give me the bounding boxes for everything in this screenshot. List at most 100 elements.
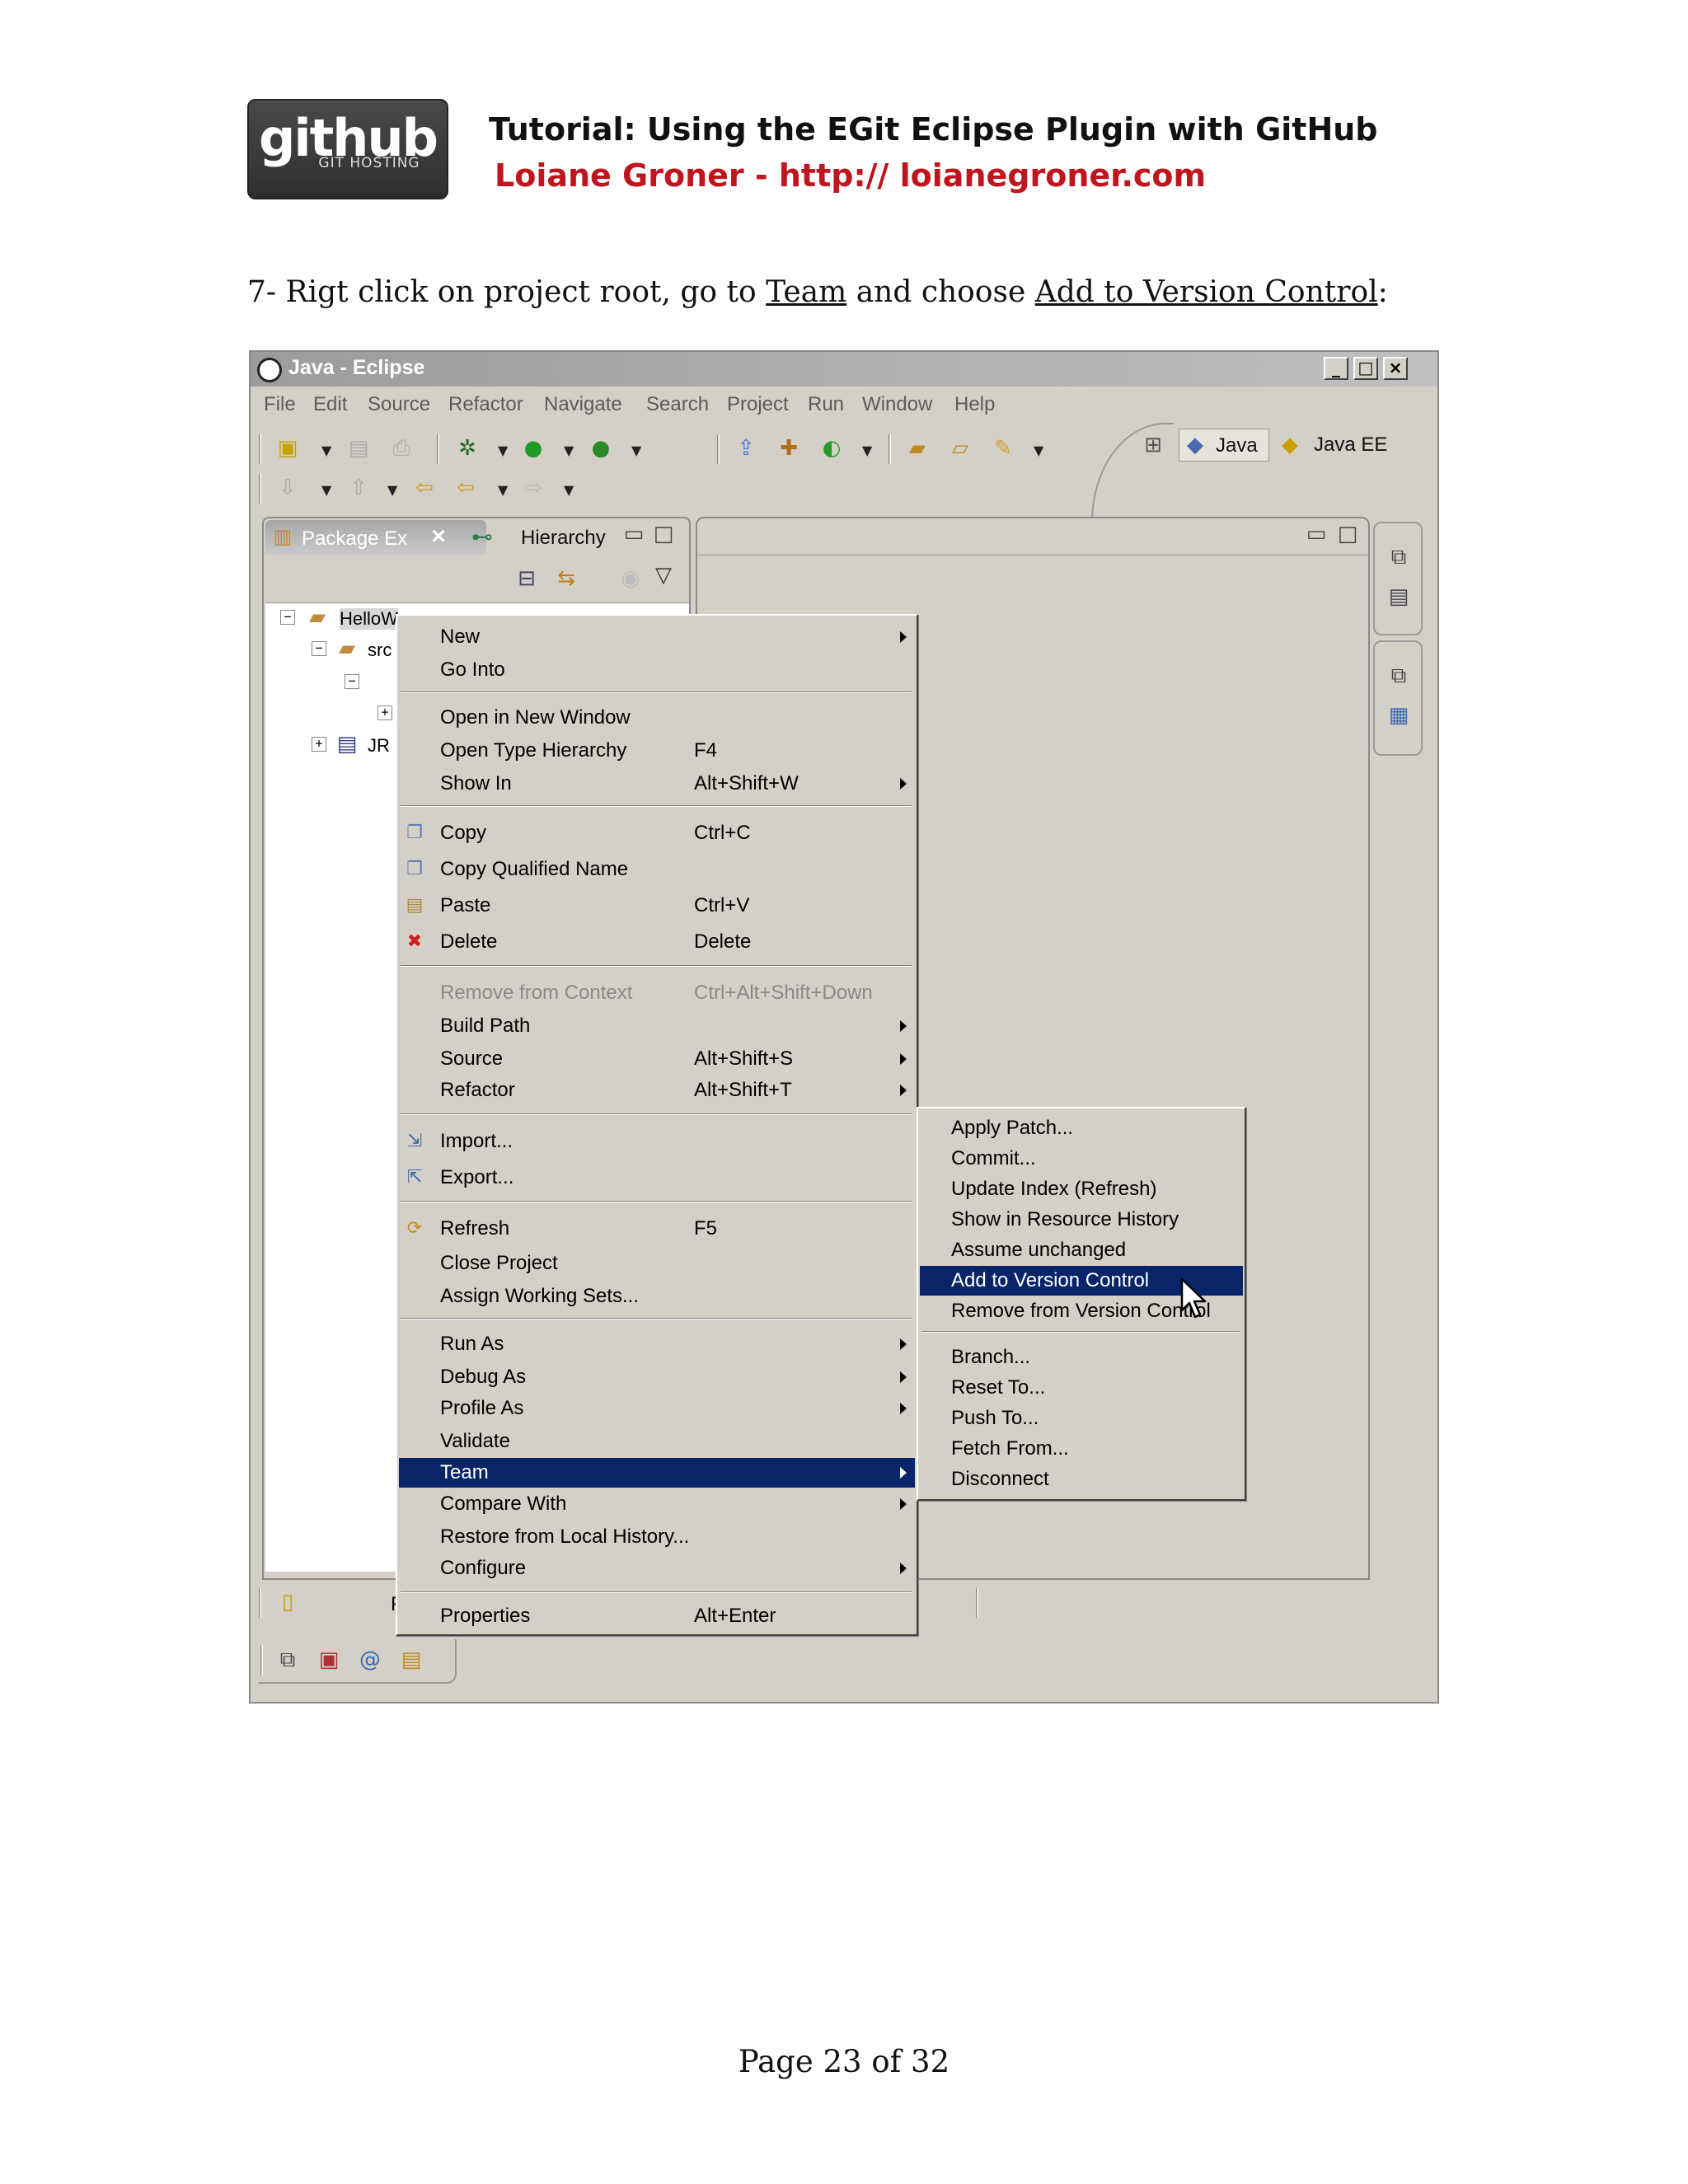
minimize-button[interactable]: _ xyxy=(1324,357,1348,380)
maximize-editor-icon[interactable]: □ xyxy=(1335,522,1360,546)
menu-item-show-in[interactable]: Show In Alt+Shift+W xyxy=(399,769,915,799)
chevron-down-icon[interactable]: ▼ xyxy=(387,482,397,498)
menu-item-team[interactable]: Team xyxy=(399,1458,915,1488)
restore-icon[interactable]: ⧉ xyxy=(275,1647,300,1672)
submenu-item-commit[interactable]: Commit... xyxy=(920,1144,1243,1174)
collapse-src-icon[interactable]: − xyxy=(312,641,326,656)
tree-item-project[interactable]: HelloW xyxy=(340,608,398,630)
menu-search[interactable]: Search xyxy=(646,393,709,416)
minimize-editor-icon[interactable]: ▭ xyxy=(1304,522,1329,546)
menu-item-assign-working-sets[interactable]: Assign Working Sets... xyxy=(399,1282,915,1311)
chevron-down-icon[interactable]: ▼ xyxy=(498,443,508,458)
open-perspective-icon[interactable]: ⊞ xyxy=(1141,433,1165,457)
menu-item-refactor[interactable]: Refactor Alt+Shift+T xyxy=(399,1076,915,1105)
submenu-item-assume-unchanged[interactable]: Assume unchanged xyxy=(920,1235,1243,1265)
submenu-item-disconnect[interactable]: Disconnect xyxy=(920,1465,1243,1494)
close-button[interactable]: × xyxy=(1383,357,1408,380)
next-annotation-icon[interactable]: ⇩ xyxy=(275,476,300,500)
menu-item-build-path[interactable]: Build Path xyxy=(399,1011,915,1041)
menu-navigate[interactable]: Navigate xyxy=(544,393,622,416)
collapse-all-icon[interactable]: ⊟ xyxy=(514,566,539,591)
open-type-icon[interactable]: ▰ xyxy=(905,436,930,461)
menu-item-profile-as[interactable]: Profile As xyxy=(399,1394,915,1423)
menu-item-compare-with[interactable]: Compare With xyxy=(399,1489,915,1519)
menu-edit[interactable]: Edit xyxy=(313,393,347,416)
new-wizard-icon[interactable]: ▣ xyxy=(275,436,300,461)
submenu-item-fetch-from[interactable]: Fetch From... xyxy=(920,1434,1243,1464)
tab-package-explorer[interactable]: ▥ Package Ex ✕ xyxy=(265,520,486,555)
menu-item-export[interactable]: ⇱ Export... xyxy=(399,1163,915,1193)
menu-item-configure[interactable]: Configure xyxy=(399,1554,915,1583)
menu-item-copy-qualified-name[interactable]: ❐ Copy Qualified Name xyxy=(399,855,915,884)
forward-icon[interactable]: ⇨ xyxy=(521,476,546,500)
menu-item-restore-local-history[interactable]: Restore from Local History... xyxy=(399,1522,915,1552)
chevron-down-icon[interactable]: ▼ xyxy=(321,482,331,498)
last-edit-icon[interactable]: ⇦ xyxy=(412,476,437,500)
chevron-down-icon[interactable]: ▼ xyxy=(631,443,641,458)
menu-item-validate[interactable]: Validate xyxy=(399,1427,915,1456)
maximize-view-icon[interactable]: □ xyxy=(651,522,676,546)
menu-item-run-as[interactable]: Run As xyxy=(399,1329,915,1359)
restore-icon[interactable]: ⧉ xyxy=(1386,663,1411,688)
expand-file-icon[interactable]: + xyxy=(377,705,392,720)
tab-hierarchy[interactable]: Hierarchy xyxy=(521,527,606,550)
title-bar[interactable]: Java - Eclipse _ □ × xyxy=(251,352,1437,387)
menu-project[interactable]: Project xyxy=(727,393,789,416)
menu-source[interactable]: Source xyxy=(368,393,430,416)
view-menu-icon[interactable]: ▽ xyxy=(651,563,676,588)
outline-icon[interactable]: ▤ xyxy=(1386,584,1411,609)
task-list-icon[interactable]: ▦ xyxy=(1386,703,1411,728)
menu-item-debug-as[interactable]: Debug As xyxy=(399,1362,915,1392)
javaee-perspective-icon[interactable]: ◆ xyxy=(1278,433,1302,457)
search-icon[interactable]: ✎ xyxy=(991,436,1015,461)
chevron-down-icon[interactable]: ▼ xyxy=(564,443,574,458)
menu-item-copy[interactable]: ❐ Copy Ctrl+C xyxy=(399,818,915,848)
tree-item-src[interactable]: src xyxy=(368,640,392,661)
javaee-perspective-label[interactable]: Java EE xyxy=(1314,429,1387,462)
chevron-down-icon[interactable]: ▼ xyxy=(1034,443,1043,458)
menu-item-open-type-hierarchy[interactable]: Open Type Hierarchy F4 xyxy=(399,736,915,766)
new-package-icon[interactable]: ✚ xyxy=(776,436,801,461)
menu-item-properties[interactable]: Properties Alt+Enter xyxy=(399,1601,915,1631)
new-java-project-icon[interactable]: ⇪ xyxy=(734,436,758,461)
menu-item-go-into[interactable]: Go Into xyxy=(399,655,915,685)
save-icon[interactable]: ▤ xyxy=(346,436,371,461)
submenu-item-push-to[interactable]: Push To... xyxy=(920,1404,1243,1433)
print-icon[interactable]: ⎙ xyxy=(389,436,414,461)
external-tools-icon[interactable]: ● xyxy=(588,436,613,461)
menu-item-close-project[interactable]: Close Project xyxy=(399,1249,915,1278)
menu-refactor[interactable]: Refactor xyxy=(448,393,523,416)
restore-icon[interactable]: ⧉ xyxy=(1386,545,1411,569)
filter-icon[interactable]: ◉ xyxy=(618,566,643,591)
menu-item-delete[interactable]: ✖ Delete Delete xyxy=(399,927,915,957)
minimize-view-icon[interactable]: ▭ xyxy=(621,522,646,546)
menu-item-refresh[interactable]: ⟳ Refresh F5 xyxy=(399,1214,915,1244)
prev-annotation-icon[interactable]: ⇧ xyxy=(346,476,371,500)
menu-window[interactable]: Window xyxy=(862,393,932,416)
javadoc-icon[interactable]: @ xyxy=(358,1647,382,1672)
submenu-item-show-resource-history[interactable]: Show in Resource History xyxy=(920,1205,1243,1235)
tree-item-jre[interactable]: JR xyxy=(368,735,390,757)
menu-item-source[interactable]: Source Alt+Shift+S xyxy=(399,1044,915,1074)
link-editor-icon[interactable]: ⇆ xyxy=(554,566,579,591)
chevron-down-icon[interactable]: ▼ xyxy=(498,482,508,498)
java-perspective-button[interactable]: ◆ Java xyxy=(1179,429,1269,462)
submenu-item-reset-to[interactable]: Reset To... xyxy=(920,1373,1243,1403)
menu-item-paste[interactable]: ▤ Paste Ctrl+V xyxy=(399,891,915,921)
maximize-button[interactable]: □ xyxy=(1353,357,1378,380)
menu-run[interactable]: Run xyxy=(808,393,844,416)
chevron-down-icon[interactable]: ▼ xyxy=(862,443,872,458)
chevron-down-icon[interactable]: ▼ xyxy=(564,482,574,498)
open-folder-icon[interactable]: ▱ xyxy=(948,436,973,461)
collapse-package-icon[interactable]: − xyxy=(345,674,359,689)
menu-item-import[interactable]: ⇲ Import... xyxy=(399,1127,915,1156)
close-icon[interactable]: ✕ xyxy=(430,525,447,549)
new-fast-view-icon[interactable]: ▯ xyxy=(275,1590,300,1615)
submenu-item-update-index[interactable]: Update Index (Refresh) xyxy=(920,1174,1243,1204)
expand-jre-icon[interactable]: + xyxy=(312,737,326,752)
menu-item-new[interactable]: New xyxy=(399,622,915,652)
menu-help[interactable]: Help xyxy=(954,393,995,416)
submenu-item-apply-patch[interactable]: Apply Patch... xyxy=(920,1113,1243,1143)
menu-item-open-new-window[interactable]: Open in New Window xyxy=(399,703,915,733)
run-icon[interactable]: ● xyxy=(521,436,546,461)
